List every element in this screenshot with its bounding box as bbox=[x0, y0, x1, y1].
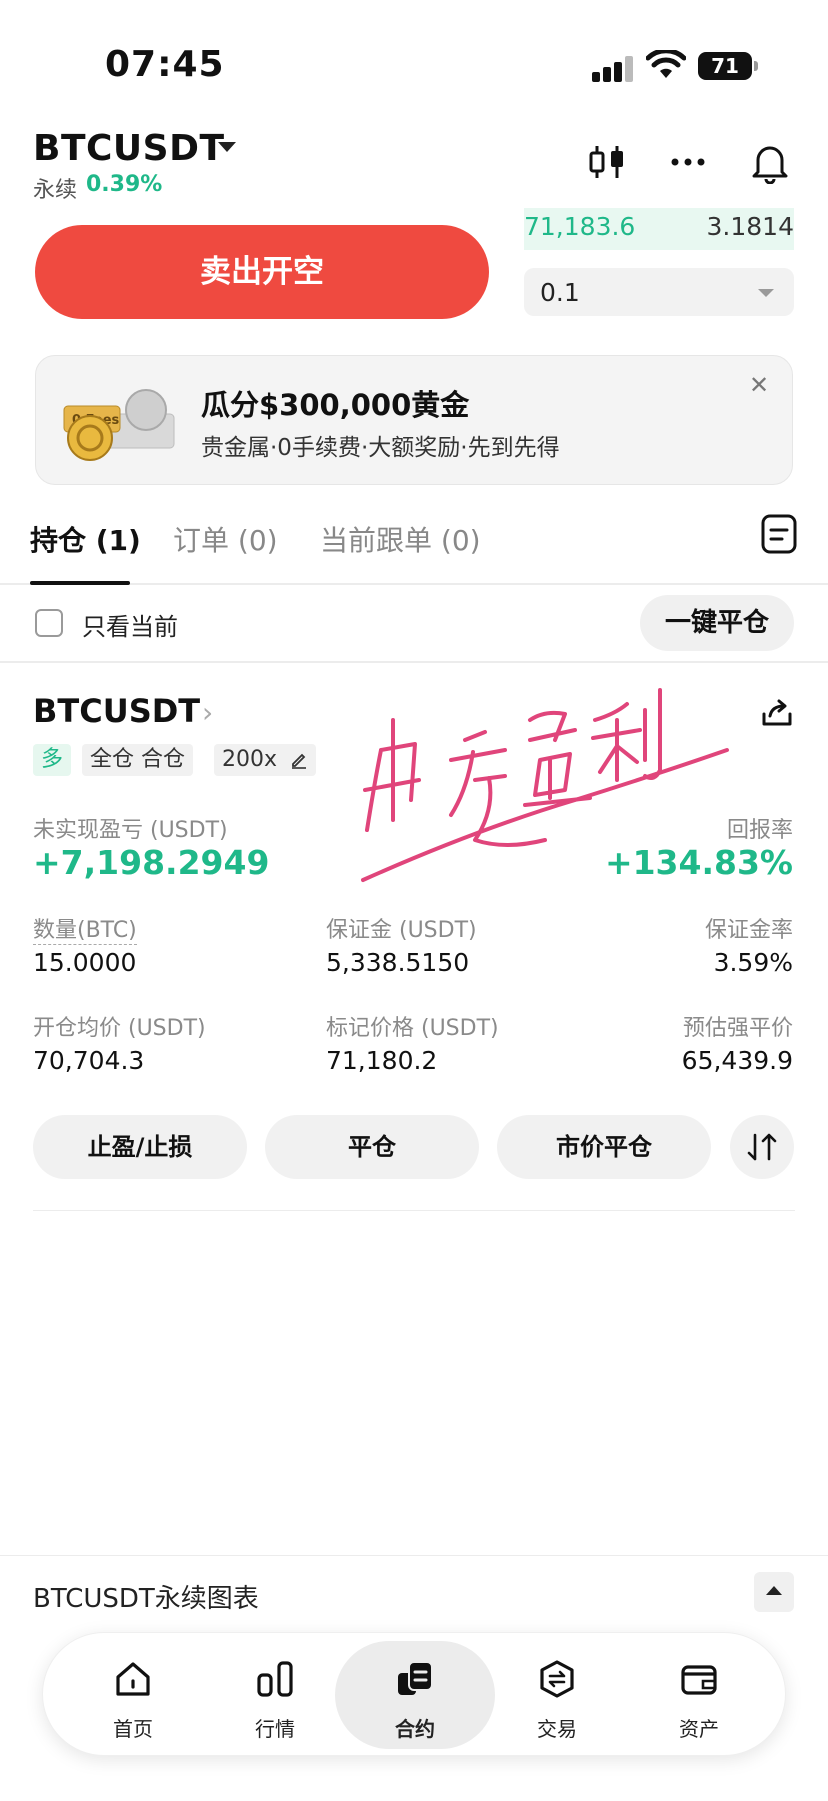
cellular-signal-icon bbox=[592, 56, 636, 82]
bell-icon[interactable] bbox=[748, 140, 792, 184]
quantity-value: 0.1 bbox=[540, 278, 580, 307]
futures-icon bbox=[398, 1661, 433, 1695]
caret-down-icon bbox=[758, 289, 774, 297]
wallet-icon bbox=[681, 1665, 717, 1695]
caret-down-icon[interactable] bbox=[218, 142, 236, 152]
margin-ratio-value: 3.59% bbox=[713, 948, 793, 977]
edit-icon bbox=[292, 753, 307, 769]
candlestick-chart-icon[interactable] bbox=[585, 140, 629, 184]
symbol-selector[interactable]: BTCUSDT bbox=[33, 128, 225, 169]
markets-icon bbox=[257, 1661, 293, 1697]
more-icon[interactable] bbox=[666, 140, 710, 184]
nav-label: 资产 bbox=[679, 1717, 719, 1741]
liq-price-label: 预估强平价 bbox=[682, 1016, 793, 1041]
side-badge: 多 bbox=[33, 744, 72, 776]
tab-positions[interactable]: 持仓 (1) bbox=[30, 519, 141, 559]
close-position-button[interactable]: 平仓 bbox=[265, 1115, 479, 1179]
margin-ratio-label: 保证金率 bbox=[704, 918, 793, 943]
mark-price-label: 标记价格 (USDT) bbox=[326, 1016, 499, 1041]
chevron-right-icon[interactable]: › bbox=[202, 696, 213, 729]
wifi-icon bbox=[646, 50, 686, 78]
nav-item-futures[interactable]: 合约 bbox=[335, 1633, 495, 1757]
order-history-icon[interactable] bbox=[760, 513, 798, 555]
quantity-value: 15.0000 bbox=[33, 948, 137, 977]
margin-value: 5,338.5150 bbox=[326, 948, 470, 977]
filter-row: 只看当前 一键平仓 bbox=[0, 585, 828, 663]
promo-title: 瓜分$300,000黄金 bbox=[201, 388, 470, 422]
card-divider bbox=[33, 1210, 795, 1211]
header: BTCUSDT 永续 0.39% bbox=[0, 120, 828, 210]
margin-mode-badge: 全仓 合仓 bbox=[82, 744, 193, 776]
nav-item-assets[interactable]: 资产 bbox=[629, 1633, 769, 1757]
expand-chart-button[interactable] bbox=[754, 1572, 794, 1612]
tab-copy-trading[interactable]: 当前跟单 (0) bbox=[320, 519, 481, 559]
tp-sl-button[interactable]: 止盈/止损 bbox=[33, 1115, 247, 1179]
promo-banner[interactable]: 0 Fees 瓜分$300,000黄金 贵金属·0手续费·大额奖励·先到先得 ✕ bbox=[35, 355, 793, 485]
liq-price-value: 65,439.9 bbox=[681, 1046, 793, 1075]
swap-arrows-icon bbox=[747, 1133, 777, 1161]
market-close-button[interactable]: 市价平仓 bbox=[497, 1115, 711, 1179]
battery-cap bbox=[754, 61, 758, 71]
status-bar: 07:45 71 bbox=[0, 0, 828, 120]
current-only-checkbox[interactable] bbox=[35, 609, 63, 637]
nav-item-home[interactable]: 首页 bbox=[63, 1633, 203, 1757]
orderbook-price: 71,183.6 bbox=[524, 212, 636, 241]
close-icon[interactable]: ✕ bbox=[744, 370, 774, 400]
trade-icon bbox=[540, 1660, 574, 1698]
current-only-label: 只看当前 bbox=[82, 613, 178, 641]
chart-title: BTCUSDT永续图表 bbox=[33, 1584, 259, 1614]
nav-label: 行情 bbox=[255, 1717, 295, 1741]
leverage-badge[interactable]: 200x bbox=[214, 744, 317, 776]
roe-label: 回报率 bbox=[726, 818, 793, 843]
gold-coins-icon: 0 Fees bbox=[63, 389, 175, 461]
quantity-select[interactable]: 0.1 bbox=[524, 268, 794, 316]
status-time: 07:45 bbox=[105, 44, 225, 85]
change-percent: 0.39% bbox=[86, 172, 163, 197]
tab-orders[interactable]: 订单 (0) bbox=[173, 519, 278, 559]
margin-label: 保证金 (USDT) bbox=[326, 918, 477, 943]
mark-price-value: 71,180.2 bbox=[326, 1046, 438, 1075]
pnl-label: 未实现盈亏 (USDT) bbox=[33, 818, 228, 843]
share-icon[interactable] bbox=[760, 696, 794, 730]
battery-icon: 71 bbox=[698, 52, 752, 80]
entry-price-value: 70,704.3 bbox=[33, 1046, 145, 1075]
entry-price-label: 开仓均价 (USDT) bbox=[33, 1016, 206, 1041]
home-icon bbox=[116, 1662, 150, 1696]
position-symbol[interactable]: BTCUSDT bbox=[33, 692, 200, 730]
leverage-value: 200x bbox=[222, 747, 278, 772]
sell-short-button[interactable]: 卖出开空 bbox=[35, 225, 489, 319]
nav-item-markets[interactable]: 行情 bbox=[205, 1633, 345, 1757]
nav-item-trade[interactable]: 交易 bbox=[487, 1633, 627, 1757]
nav-label: 合约 bbox=[395, 1717, 435, 1741]
nav-label: 交易 bbox=[537, 1717, 577, 1741]
orderbook-quantity: 3.1814 bbox=[706, 212, 794, 241]
close-all-button[interactable]: 一键平仓 bbox=[640, 595, 794, 651]
handwritten-signature bbox=[361, 688, 729, 882]
reverse-position-button[interactable] bbox=[730, 1115, 794, 1179]
bottom-nav: 首页 行情 合约 交易 资产 bbox=[42, 1632, 786, 1756]
scrolled-content bbox=[30, 200, 490, 214]
nav-label: 首页 bbox=[113, 1717, 153, 1741]
quantity-label[interactable]: 数量(BTC) bbox=[33, 912, 137, 945]
position-tabs: 持仓 (1) 订单 (0) 当前跟单 (0) bbox=[0, 505, 828, 585]
promo-subtitle: 贵金属·0手续费·大额奖励·先到先得 bbox=[201, 435, 560, 461]
chart-bar[interactable]: BTCUSDT永续图表 bbox=[0, 1555, 828, 1635]
pnl-value: +7,198.2949 bbox=[33, 843, 270, 882]
